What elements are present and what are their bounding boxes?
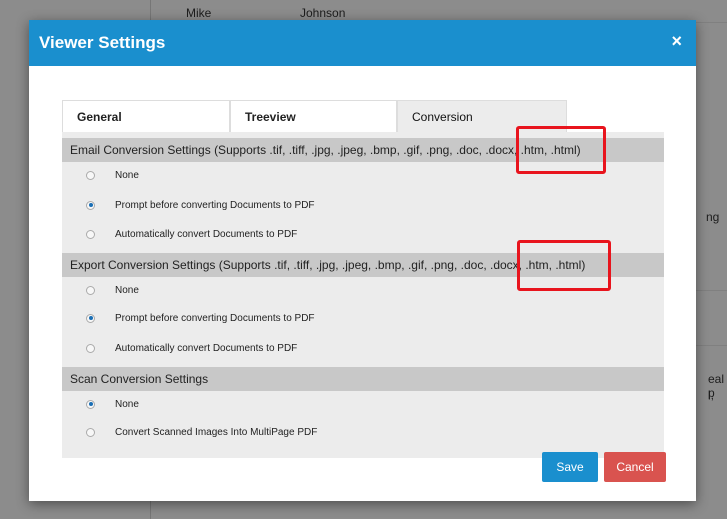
option-label: Convert Scanned Images Into MultiPage PD… bbox=[115, 426, 318, 438]
settings-tabs: General Treeview Conversion bbox=[62, 100, 567, 132]
radio-button[interactable] bbox=[86, 285, 95, 295]
scan-option-multipage-pdf[interactable]: Convert Scanned Images Into MultiPage PD… bbox=[86, 424, 317, 440]
cancel-button[interactable]: Cancel bbox=[604, 452, 666, 482]
option-label: None bbox=[115, 398, 139, 410]
radio-button[interactable] bbox=[86, 229, 95, 239]
export-option-none[interactable]: None bbox=[86, 282, 139, 298]
radio-button[interactable] bbox=[86, 427, 95, 437]
tab-treeview[interactable]: Treeview bbox=[230, 100, 397, 132]
scan-option-none[interactable]: None bbox=[86, 396, 139, 412]
conversion-panel: Email Conversion Settings (Supports .tif… bbox=[62, 126, 664, 458]
option-label: Automatically convert Documents to PDF bbox=[115, 228, 298, 240]
radio-button[interactable] bbox=[86, 200, 95, 210]
export-option-auto[interactable]: Automatically convert Documents to PDF bbox=[86, 340, 297, 356]
dialog-header: Viewer Settings × bbox=[29, 20, 696, 66]
option-label: None bbox=[115, 284, 139, 296]
export-option-prompt[interactable]: Prompt before converting Documents to PD… bbox=[86, 310, 315, 326]
close-icon[interactable]: × bbox=[671, 30, 682, 52]
save-button[interactable]: Save bbox=[542, 452, 598, 482]
radio-button[interactable] bbox=[86, 343, 95, 353]
radio-button[interactable] bbox=[86, 313, 95, 323]
radio-button[interactable] bbox=[86, 170, 95, 180]
annotation-highlight-box bbox=[516, 126, 606, 174]
option-label: Automatically convert Documents to PDF bbox=[115, 342, 298, 354]
tab-general[interactable]: General bbox=[62, 100, 230, 132]
viewer-settings-dialog: Viewer Settings × General Treeview Conve… bbox=[29, 20, 696, 501]
email-option-auto[interactable]: Automatically convert Documents to PDF bbox=[86, 226, 297, 242]
option-label: Prompt before converting Documents to PD… bbox=[115, 199, 315, 211]
option-label: None bbox=[115, 169, 139, 181]
email-option-prompt[interactable]: Prompt before converting Documents to PD… bbox=[86, 197, 315, 213]
email-option-none[interactable]: None bbox=[86, 167, 139, 183]
option-label: Prompt before converting Documents to PD… bbox=[115, 312, 315, 324]
scan-conversion-header: Scan Conversion Settings bbox=[62, 367, 664, 391]
annotation-highlight-box bbox=[517, 240, 611, 291]
dialog-title: Viewer Settings bbox=[39, 33, 166, 52]
radio-button[interactable] bbox=[86, 399, 95, 409]
